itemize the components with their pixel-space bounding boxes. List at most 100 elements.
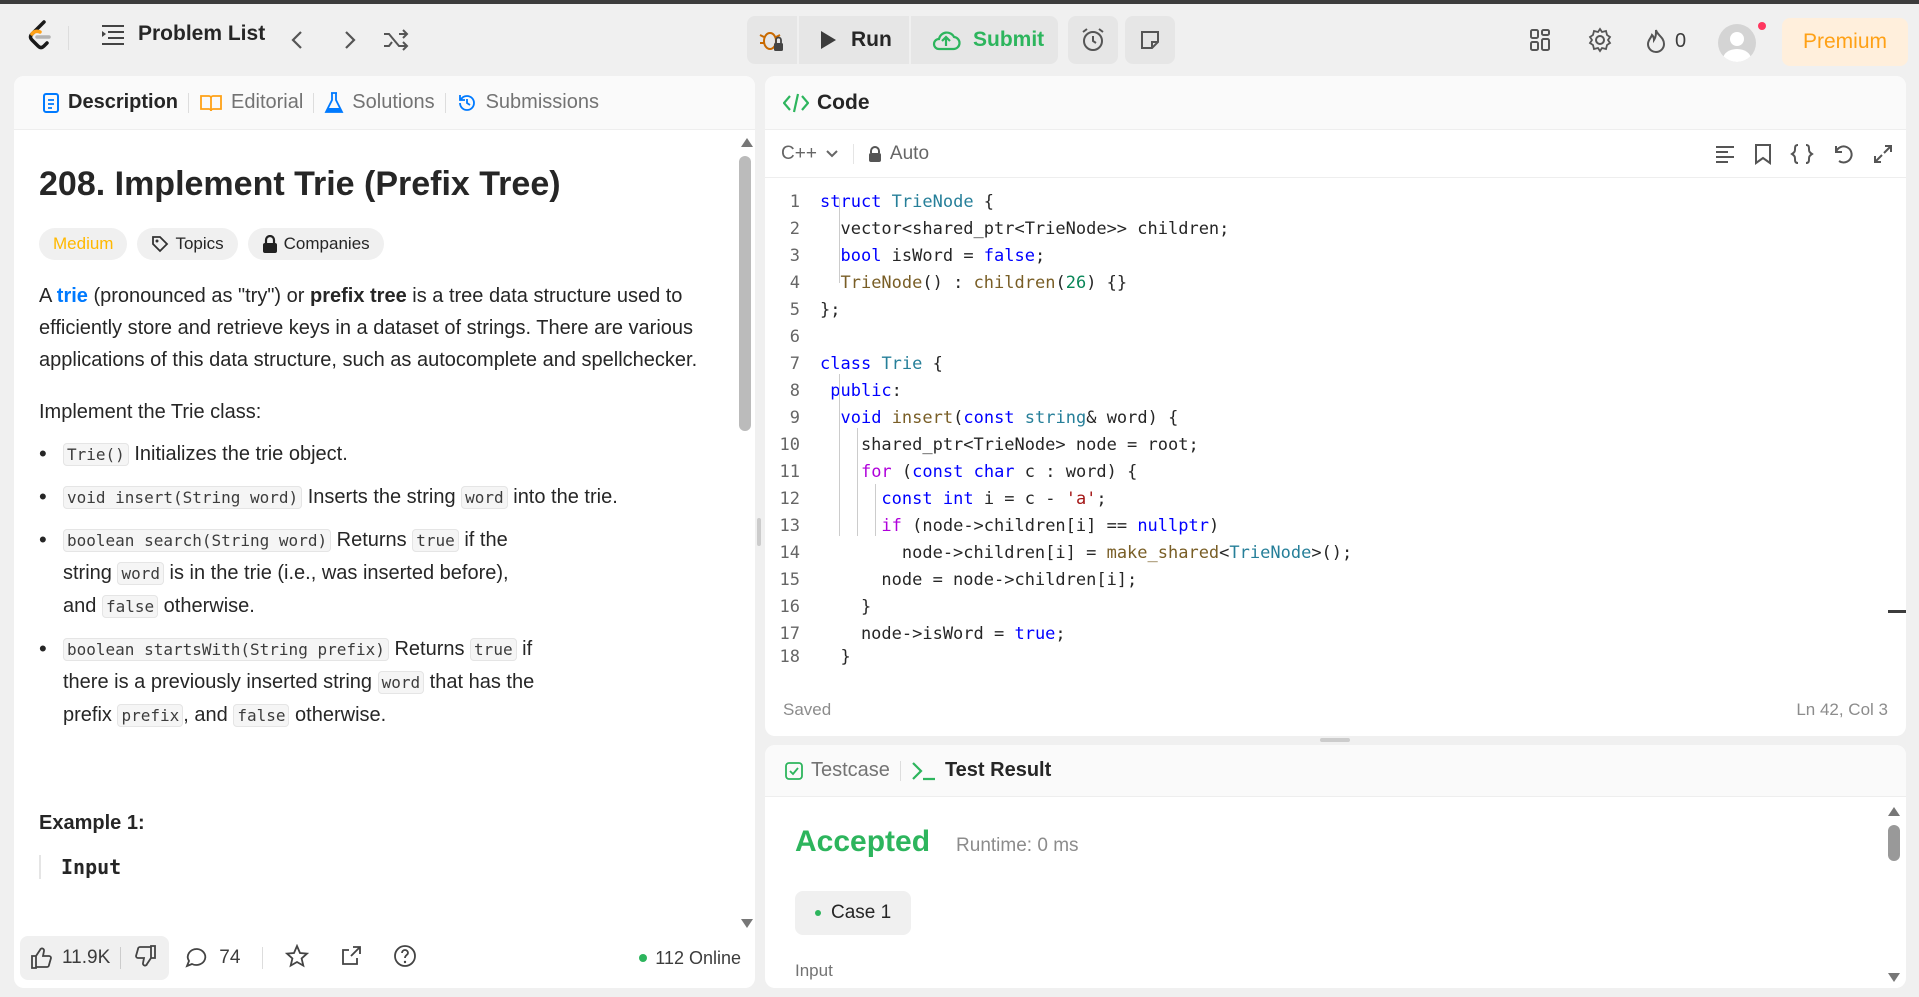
description-footer: 11.9K 74 112 Online [20, 934, 749, 982]
tab-test-result[interactable]: Test Result [901, 759, 1061, 782]
intro-paragraph: A trie (pronounced as "try") or prefix t… [39, 285, 698, 371]
editor-actions [1714, 143, 1906, 165]
format-icon[interactable] [1714, 144, 1736, 164]
tab-solutions[interactable]: Solutions [314, 91, 444, 115]
favorite-button[interactable] [285, 943, 310, 973]
case-label: Case 1 [831, 902, 892, 923]
problem-list-button[interactable]: Problem List [100, 22, 265, 46]
reset-icon[interactable] [1832, 143, 1854, 165]
lock-icon [262, 235, 277, 253]
avatar[interactable] [1718, 22, 1766, 62]
share-button[interactable] [339, 944, 363, 973]
language-select[interactable]: C++ [781, 143, 839, 165]
layout-button[interactable] [1520, 20, 1560, 60]
thumbs-up-icon [31, 947, 52, 969]
online-count: 112 Online [655, 947, 741, 968]
online-indicator: 112 Online [639, 948, 749, 969]
tab-editorial-label: Editorial [231, 91, 304, 113]
auto-mode[interactable]: Auto [868, 143, 929, 165]
list-item: • boolean search(String word) Returns tru… [39, 527, 509, 618]
bookmark-icon[interactable] [1754, 143, 1772, 165]
input-label: Input [795, 961, 833, 980]
case-button[interactable]: Case 1 [795, 891, 912, 935]
timer-button[interactable] [1068, 16, 1118, 64]
problem-title[interactable]: 208. Implement Trie (Prefix Tree) [39, 162, 709, 206]
run-button[interactable]: Run [799, 16, 909, 64]
list-icon [102, 25, 124, 45]
tab-test-result-label: Test Result [944, 759, 1052, 781]
tab-testcase[interactable]: Testcase [785, 759, 900, 782]
horizontal-splitter[interactable] [1320, 738, 1350, 742]
result-header: Accepted Runtime: 0 ms [795, 825, 1079, 859]
flame-icon [1646, 29, 1666, 53]
tab-editorial[interactable]: Editorial [189, 91, 313, 114]
run-label: Run [851, 28, 892, 51]
next-problem-button[interactable] [330, 20, 370, 60]
example-title: Example 1: [39, 812, 145, 834]
streak-counter[interactable]: 0 [1645, 28, 1686, 54]
chevron-right-icon [345, 31, 356, 49]
list-item: • boolean startsWith(String prefix) Retur… [39, 636, 535, 727]
online-dot [639, 954, 648, 962]
description-content: 208. Implement Trie (Prefix Tree) Medium… [39, 162, 709, 879]
alarm-clock-icon [1082, 28, 1104, 51]
comments-button[interactable]: 74 [185, 946, 240, 970]
flask-icon [324, 91, 344, 113]
share-icon [342, 945, 362, 965]
tab-submissions[interactable]: Submissions [446, 91, 609, 114]
tab-code[interactable]: Code [783, 91, 870, 115]
description-panel: Description Editorial Solutions Submissi… [14, 76, 755, 988]
auto-label: Auto [889, 142, 930, 164]
submit-button[interactable]: Submit [911, 16, 1058, 64]
comment-icon [185, 948, 207, 968]
dislike-button[interactable] [121, 944, 169, 973]
list-item: • void insert(String word) Inserts the st… [39, 484, 618, 509]
trie-link[interactable]: trie [57, 285, 88, 307]
shuffle-icon [384, 29, 409, 51]
play-icon [821, 31, 836, 49]
scrollbar-thumb[interactable] [1888, 825, 1900, 861]
example-input-label: Input [39, 855, 709, 879]
cloud-upload-icon [932, 31, 961, 51]
note-icon [1141, 31, 1159, 49]
document-icon [43, 92, 59, 113]
code-panel: Code C++ Auto 1 struct TrieNode { 2 vecto… [765, 76, 1906, 736]
test-panel: Testcase Test Result Accepted Runtime: 0… [765, 745, 1906, 988]
result-scrollbar[interactable] [1888, 807, 1900, 982]
companies-tag[interactable]: Companies [247, 228, 384, 260]
topics-tag[interactable]: Topics [137, 228, 238, 260]
save-status: Saved [783, 700, 832, 719]
debug-button[interactable] [747, 16, 797, 64]
expand-icon[interactable] [1872, 143, 1894, 165]
gear-icon [1588, 27, 1612, 53]
leetcode-logo[interactable] [26, 20, 54, 52]
result-status: Accepted [795, 825, 931, 858]
companies-label: Companies [283, 234, 370, 253]
tab-code-label: Code [817, 90, 870, 114]
settings-button[interactable] [1580, 20, 1620, 60]
vertical-splitter[interactable] [757, 518, 761, 546]
star-icon [285, 943, 310, 967]
avatar-icon [1718, 24, 1756, 62]
notes-button[interactable] [1125, 16, 1175, 64]
chevron-down-icon [826, 149, 838, 157]
scrollbar-thumb[interactable] [739, 156, 751, 431]
braces-icon[interactable] [1790, 143, 1814, 165]
premium-button[interactable]: Premium [1782, 18, 1908, 66]
question-circle-icon [394, 944, 417, 967]
description-scrollbar[interactable] [739, 138, 753, 928]
top-bar: Problem List Run Submit 0 Premium [0, 0, 1919, 72]
premium-label: Premium [1802, 30, 1887, 53]
like-button[interactable]: 11.9K [20, 946, 120, 970]
code-editor[interactable]: 1 struct TrieNode { 2 vector<shared_ptr<T… [765, 188, 1885, 666]
left-tab-bar: Description Editorial Solutions Submissi… [14, 76, 755, 130]
help-button[interactable] [393, 944, 417, 973]
cursor-position: Ln 42, Col 3 [1796, 700, 1888, 719]
prev-problem-button[interactable] [277, 20, 317, 60]
tag-row: Medium Topics Companies [39, 228, 709, 260]
comment-count: 74 [219, 947, 241, 968]
tab-description[interactable]: Description [32, 91, 188, 114]
random-problem-button[interactable] [376, 20, 416, 60]
method-list: • Trie() Initializes the trie object. • vo… [39, 438, 709, 732]
logo-icon [28, 20, 51, 50]
